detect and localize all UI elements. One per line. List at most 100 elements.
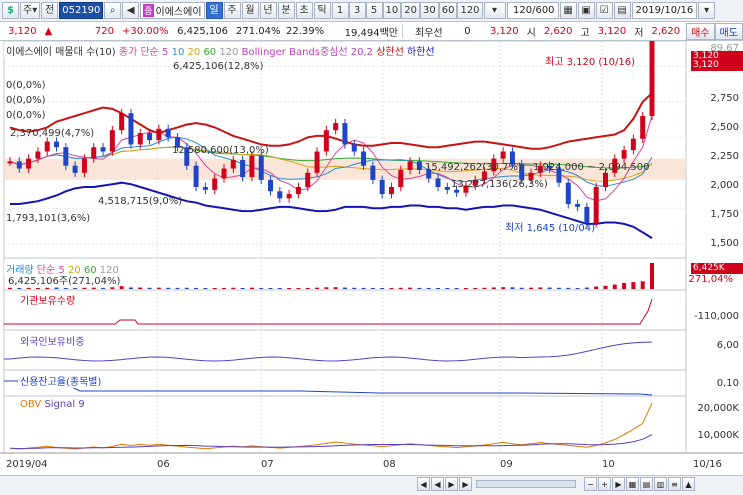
volume-bar	[82, 287, 87, 289]
volume-bar	[222, 287, 226, 289]
volume-bar	[296, 288, 301, 289]
volume-bar	[8, 287, 12, 289]
interval-20[interactable]: 20	[401, 2, 420, 19]
stock-code-input[interactable]: 052190	[59, 2, 104, 19]
volume-bar	[259, 287, 264, 289]
volume-bar	[184, 287, 189, 289]
expand-icon[interactable]: ▲	[682, 477, 695, 491]
volume-bar	[194, 287, 199, 289]
tab-second[interactable]: 초	[295, 2, 313, 19]
interval-3[interactable]: 3	[348, 2, 366, 19]
pref-value: 0	[464, 25, 471, 37]
volume-bar	[17, 287, 22, 289]
interval-30[interactable]: 30	[419, 2, 439, 19]
date-input[interactable]: 2019/10/16	[631, 2, 698, 19]
interval-5[interactable]: 5	[365, 2, 383, 19]
volume-bar	[249, 287, 254, 289]
main-mode-select[interactable]: 주 ▾	[20, 2, 41, 19]
tab-week[interactable]: 주	[223, 2, 241, 19]
volume-bar	[436, 288, 440, 289]
stock-name-field[interactable]: 종 이에스에이	[140, 2, 205, 19]
interval-1[interactable]: 1	[331, 2, 349, 19]
ma10-legend: 10	[171, 47, 185, 58]
layout-icon[interactable]: ▤	[640, 477, 653, 491]
volume-bar	[519, 287, 524, 289]
volume-bar	[128, 287, 133, 289]
scroll-first-icon[interactable]: ◀	[417, 477, 430, 491]
bar-chart-icon[interactable]: ▥	[654, 477, 667, 491]
candle	[565, 182, 571, 205]
save-icon[interactable]: ▣	[577, 2, 595, 19]
inst-line	[4, 298, 653, 325]
scroll-prev-icon[interactable]: ◀	[431, 477, 444, 491]
volume-bar	[408, 287, 413, 289]
max-price-label: 최고 3,120 (10/16)	[545, 57, 636, 68]
y-tick: 20,000K	[697, 403, 739, 414]
volume-bar	[631, 282, 636, 289]
zoom-out-icon[interactable]: −	[584, 477, 597, 491]
checkbox-icon[interactable]: ☑	[595, 2, 613, 19]
ticker-lookup-icon[interactable]: $	[2, 2, 19, 19]
volume-bar	[398, 287, 403, 289]
candle	[100, 147, 106, 152]
tab-minute[interactable]: 분	[277, 2, 295, 19]
scroll-right-icon[interactable]: ▶	[612, 477, 625, 491]
x-tick: 2019/04	[6, 459, 48, 470]
grid-icon[interactable]: ▦	[559, 2, 577, 19]
volume-bar	[203, 288, 208, 289]
volume-bar	[361, 287, 366, 289]
candle	[295, 187, 301, 195]
vp-label: 6,425,106(12,8%)	[173, 61, 264, 72]
candle	[193, 165, 199, 187]
search-icon[interactable]: ⌕	[104, 2, 122, 19]
y-tick: 2,500	[710, 122, 739, 133]
interval-120[interactable]: 120	[457, 2, 483, 19]
tab-year[interactable]: 년	[259, 2, 277, 19]
candle	[147, 133, 153, 141]
tab-day[interactable]: 일	[205, 2, 223, 19]
volume-bar	[529, 287, 534, 289]
sound-icon[interactable]: ◀	[122, 2, 140, 19]
volume-bar	[212, 287, 217, 289]
sell-button[interactable]: 매도	[714, 22, 743, 40]
buy-button[interactable]: 매수	[686, 22, 715, 40]
tab-month[interactable]: 월	[241, 2, 259, 19]
candle	[109, 130, 115, 152]
candle	[500, 151, 506, 159]
volume-bar	[156, 287, 161, 289]
zero-label: 0(0,0%)	[6, 95, 46, 106]
credit-legend: 신용잔고율(종목별)	[18, 373, 104, 388]
candle	[333, 123, 339, 131]
candle	[323, 130, 329, 152]
scroll-track[interactable]	[476, 480, 576, 488]
count-input[interactable]: 120/600	[506, 2, 559, 19]
volume-bar	[147, 287, 152, 289]
scroll-next-icon[interactable]: ▶	[445, 477, 458, 491]
price-change-pct: +30.00%	[122, 25, 169, 37]
candle	[91, 147, 97, 159]
settings-icon[interactable]: ▤	[613, 2, 631, 19]
menu-icon[interactable]: ≡	[668, 477, 681, 491]
chart-area: 이에스에이 매물대 수(10) 종가 단순 5 10 20 60 120 Bol…	[0, 41, 743, 495]
obv-signal-line	[9, 434, 653, 450]
low-label: 저	[634, 27, 644, 39]
zoom-in-icon[interactable]: +	[598, 477, 611, 491]
chart-canvas[interactable]	[0, 41, 743, 475]
prev-button[interactable]: 전	[41, 2, 59, 19]
interval-custom-select[interactable]: ▾	[483, 2, 506, 19]
interval-60[interactable]: 60	[438, 2, 458, 19]
x-tick: 10	[602, 459, 615, 470]
stock-badge: 종	[143, 4, 154, 17]
tab-tick[interactable]: 틱	[313, 2, 331, 19]
y-tick: 2,250	[710, 151, 739, 162]
interval-10[interactable]: 10	[382, 2, 402, 19]
grid-toggle-icon[interactable]: ▦	[626, 477, 639, 491]
scroll-last-icon[interactable]: ▶	[459, 477, 472, 491]
ma5-line	[9, 115, 653, 202]
vp-label: 13,227,136(26,3%)	[451, 179, 548, 190]
candle	[435, 178, 441, 187]
candle	[305, 172, 311, 187]
calendar-icon[interactable]: ▾	[698, 2, 716, 19]
candle	[240, 160, 246, 178]
x-tick: 10/16	[693, 459, 722, 470]
